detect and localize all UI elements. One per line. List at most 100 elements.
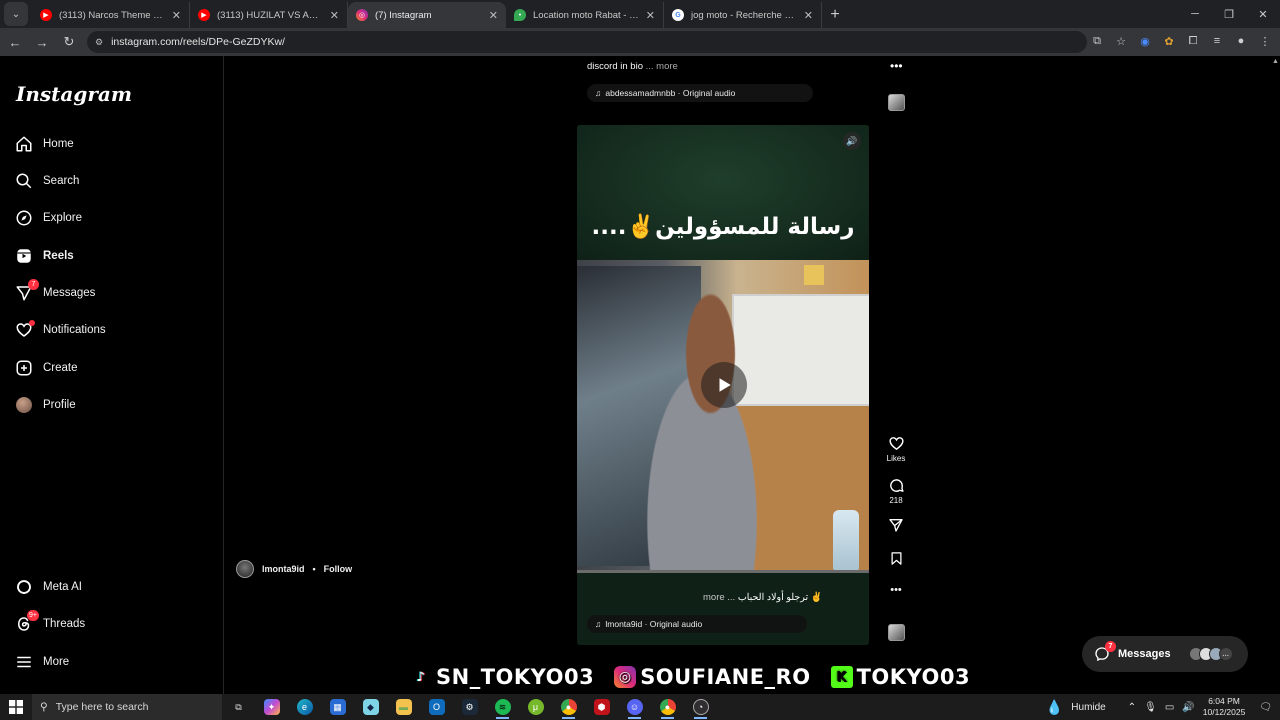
browser-tab-1[interactable]: ▶ (3113) Narcos Theme - Tuyo (E ✕ bbox=[32, 2, 190, 28]
file-explorer-icon[interactable]: ▬ bbox=[387, 694, 420, 720]
reload-icon[interactable]: ↻ bbox=[57, 30, 81, 54]
copilot-icon[interactable]: ✦ bbox=[255, 694, 288, 720]
browser-tab-5[interactable]: G jog moto - Recherche Google ✕ bbox=[664, 2, 822, 28]
tab-search-button[interactable]: ⌄ bbox=[4, 2, 28, 26]
outlook-icon[interactable]: O bbox=[420, 694, 453, 720]
browser-tab-4[interactable]: • Location moto Rabat - Google ✕ bbox=[506, 2, 664, 28]
close-icon[interactable]: ✕ bbox=[489, 9, 498, 22]
profile-avatar[interactable]: ● bbox=[1232, 30, 1250, 52]
weather-icon[interactable]: 💧 bbox=[1046, 699, 1063, 716]
notification-center-icon[interactable]: 🗨 bbox=[1259, 702, 1272, 713]
speaker-icon[interactable]: 🔊 bbox=[843, 132, 861, 150]
save-button[interactable] bbox=[889, 551, 904, 566]
sidebar-item-notifications[interactable]: Notifications bbox=[15, 318, 106, 342]
tab-title: jog moto - Recherche Google bbox=[691, 9, 797, 21]
store-icon[interactable]: ▦ bbox=[321, 694, 354, 720]
media-controls-icon[interactable]: ≡ bbox=[1208, 30, 1226, 52]
audio-thumbnail[interactable] bbox=[888, 624, 905, 641]
reel-caption[interactable]: more ... ترجلو أولاد الحباب ✌️ bbox=[703, 592, 823, 603]
edge-icon[interactable]: e bbox=[288, 694, 321, 720]
taskbar-search-input[interactable]: ⚲ Type here to search bbox=[32, 694, 222, 720]
browser-tab-2[interactable]: ▶ (3113) HUZILAT VS ALL - YouTu ✕ bbox=[190, 2, 348, 28]
maps-pin-icon: • bbox=[514, 9, 526, 21]
url-text: instagram.com/reels/DPe-GeZDYKw/ bbox=[111, 36, 285, 48]
game-launcher-icon[interactable]: ⬢ bbox=[585, 694, 618, 720]
threads-icon: 9+ bbox=[15, 610, 39, 633]
audio-label: lmonta9id · Original audio bbox=[605, 619, 703, 629]
kick-icon: K bbox=[830, 666, 853, 688]
extension-icon[interactable]: ✿ bbox=[1160, 30, 1178, 52]
sidebar-item-home[interactable]: Home bbox=[15, 132, 74, 156]
sidebar-item-more[interactable]: More bbox=[15, 650, 69, 674]
discord-icon[interactable]: ☺ bbox=[618, 694, 651, 720]
more-link[interactable]: ... more bbox=[646, 61, 678, 72]
kebab-menu-icon[interactable]: ⋮ bbox=[1256, 30, 1274, 52]
close-icon[interactable]: ✕ bbox=[172, 9, 181, 22]
back-icon[interactable]: ← bbox=[3, 30, 27, 54]
messages-badge: 7 bbox=[1105, 641, 1116, 652]
volume-icon[interactable]: 🔊 bbox=[1182, 702, 1194, 713]
site-info-icon[interactable]: ⚙ bbox=[95, 37, 103, 48]
clock-date: 10/12/2025 bbox=[1202, 707, 1246, 717]
bookmark-star-icon[interactable]: ☆ bbox=[1112, 30, 1130, 52]
browser-tab-3[interactable]: ◎ (7) Instagram ✕ bbox=[348, 2, 506, 28]
windows-start-icon[interactable] bbox=[0, 694, 32, 720]
network-icon[interactable]: ▭ bbox=[1165, 702, 1174, 713]
spotify-icon[interactable]: ≋ bbox=[486, 694, 519, 720]
puzzle-icon[interactable]: ⧠ bbox=[1184, 30, 1202, 52]
clock[interactable]: 6:04 PM 10/12/2025 bbox=[1203, 696, 1246, 718]
comment-button[interactable]: 218 bbox=[888, 477, 905, 505]
extension-icon[interactable]: ◉ bbox=[1136, 30, 1154, 52]
sidebar-item-threads[interactable]: 9+ Threads bbox=[15, 610, 85, 636]
prev-audio-pill[interactable]: ♫ abdessamadmnbb · Original audio bbox=[587, 84, 813, 102]
author-name[interactable]: lmonta9id bbox=[262, 564, 305, 574]
task-view-icon[interactable]: ⧉ bbox=[222, 694, 255, 720]
share-button[interactable] bbox=[888, 517, 904, 533]
reel-author[interactable]: lmonta9id • Follow bbox=[236, 560, 352, 578]
sidebar-item-meta-ai[interactable]: Meta AI bbox=[15, 575, 82, 599]
follow-button[interactable]: Follow bbox=[324, 564, 353, 574]
prev-reel-caption[interactable]: discord in bio ... more bbox=[587, 61, 678, 72]
scrollbar-up-arrow[interactable]: ▲ bbox=[1272, 58, 1279, 72]
obs-icon[interactable]: ◔ bbox=[684, 694, 717, 720]
audio-thumbnail[interactable] bbox=[888, 94, 905, 111]
sidebar-item-create[interactable]: Create bbox=[15, 356, 78, 380]
more-options-icon[interactable]: ••• bbox=[890, 584, 902, 596]
weather-label[interactable]: Humide bbox=[1071, 702, 1105, 713]
url-input[interactable]: ⚙ instagram.com/reels/DPe-GeZDYKw/ bbox=[87, 31, 1087, 53]
new-tab-button[interactable]: + bbox=[822, 2, 848, 28]
close-icon[interactable]: ✕ bbox=[330, 9, 339, 22]
play-icon[interactable] bbox=[701, 362, 747, 408]
messages-pill[interactable]: 7 Messages … bbox=[1082, 636, 1248, 672]
chrome-icon[interactable]: ● bbox=[552, 694, 585, 720]
close-icon[interactable]: ✕ bbox=[646, 9, 655, 22]
notes-icon[interactable]: ◆ bbox=[354, 694, 387, 720]
tab-title: (7) Instagram bbox=[375, 9, 432, 21]
audio-pill[interactable]: ♫ lmonta9id · Original audio bbox=[587, 615, 807, 633]
author-avatar[interactable] bbox=[236, 560, 254, 578]
sidebar-item-explore[interactable]: Explore bbox=[15, 206, 82, 230]
utorrent-icon[interactable]: μ bbox=[519, 694, 552, 720]
like-button[interactable]: Likes bbox=[887, 435, 905, 463]
install-app-icon[interactable]: ⧉ bbox=[1088, 30, 1106, 52]
more-link[interactable]: more ... bbox=[703, 592, 735, 603]
restore-icon[interactable]: ❐ bbox=[1212, 0, 1246, 28]
microphone-icon[interactable]: 🎙 bbox=[1144, 702, 1157, 713]
chrome-icon[interactable]: ● bbox=[651, 694, 684, 720]
reel-video[interactable]: رسالة للمسؤولين✌️.... 🔊 bbox=[577, 125, 869, 645]
sidebar-item-profile[interactable]: Profile bbox=[15, 393, 76, 417]
sidebar-item-search[interactable]: Search bbox=[15, 169, 79, 193]
tab-title: (3113) Narcos Theme - Tuyo (E bbox=[59, 9, 165, 21]
minimize-icon[interactable]: ─ bbox=[1178, 0, 1212, 28]
steam-icon[interactable]: ⚙ bbox=[453, 694, 486, 720]
sidebar-item-reels[interactable]: Reels bbox=[15, 244, 74, 268]
instagram-logo[interactable]: Instagram bbox=[16, 82, 132, 106]
chevron-up-icon[interactable]: ⌃ bbox=[1128, 702, 1136, 713]
bookmark-icon bbox=[891, 552, 901, 565]
more-options-icon[interactable]: ••• bbox=[890, 59, 903, 73]
close-window-icon[interactable]: ✕ bbox=[1246, 0, 1280, 28]
close-icon[interactable]: ✕ bbox=[804, 9, 813, 22]
forward-icon[interactable]: → bbox=[30, 30, 54, 54]
sidebar-item-messages[interactable]: 7 Messages bbox=[15, 279, 95, 305]
home-icon bbox=[15, 135, 33, 153]
